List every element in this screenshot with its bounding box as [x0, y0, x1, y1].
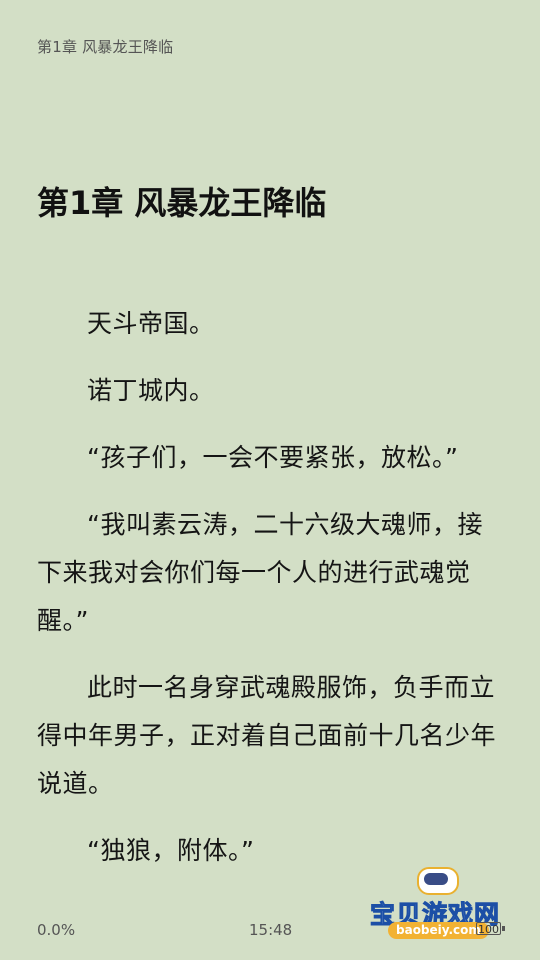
header-chapter-label: 第1章 风暴龙王降临	[37, 38, 174, 56]
paragraph: 天斗帝国。	[87, 309, 215, 338]
paragraph: “孩子们，一会不要紧张，放松。”	[87, 443, 459, 472]
watermark-url: baobeiy.com	[388, 922, 489, 939]
chapter-content: 天斗帝国。 诺丁城内。 “孩子们，一会不要紧张，放松。” “我叫素云涛，二十六级…	[37, 300, 507, 894]
reading-progress: 0.0%	[37, 921, 76, 939]
chapter-title: 第1章 风暴龙王降临	[37, 184, 327, 222]
gamepad-icon	[424, 873, 448, 885]
paragraph: 诺丁城内。	[87, 376, 215, 405]
battery-icon: 100	[476, 922, 505, 936]
clock-time: 15:48	[249, 921, 293, 939]
paragraph: 此时一名身穿武魂殿服饰，负手而立得中年男子，正对着自己面前十几名少年说道。	[37, 673, 497, 798]
paragraph: “我叫素云涛，二十六级大魂师，接下来我对会你们每一个人的进行武魂觉醒。”	[37, 510, 483, 635]
